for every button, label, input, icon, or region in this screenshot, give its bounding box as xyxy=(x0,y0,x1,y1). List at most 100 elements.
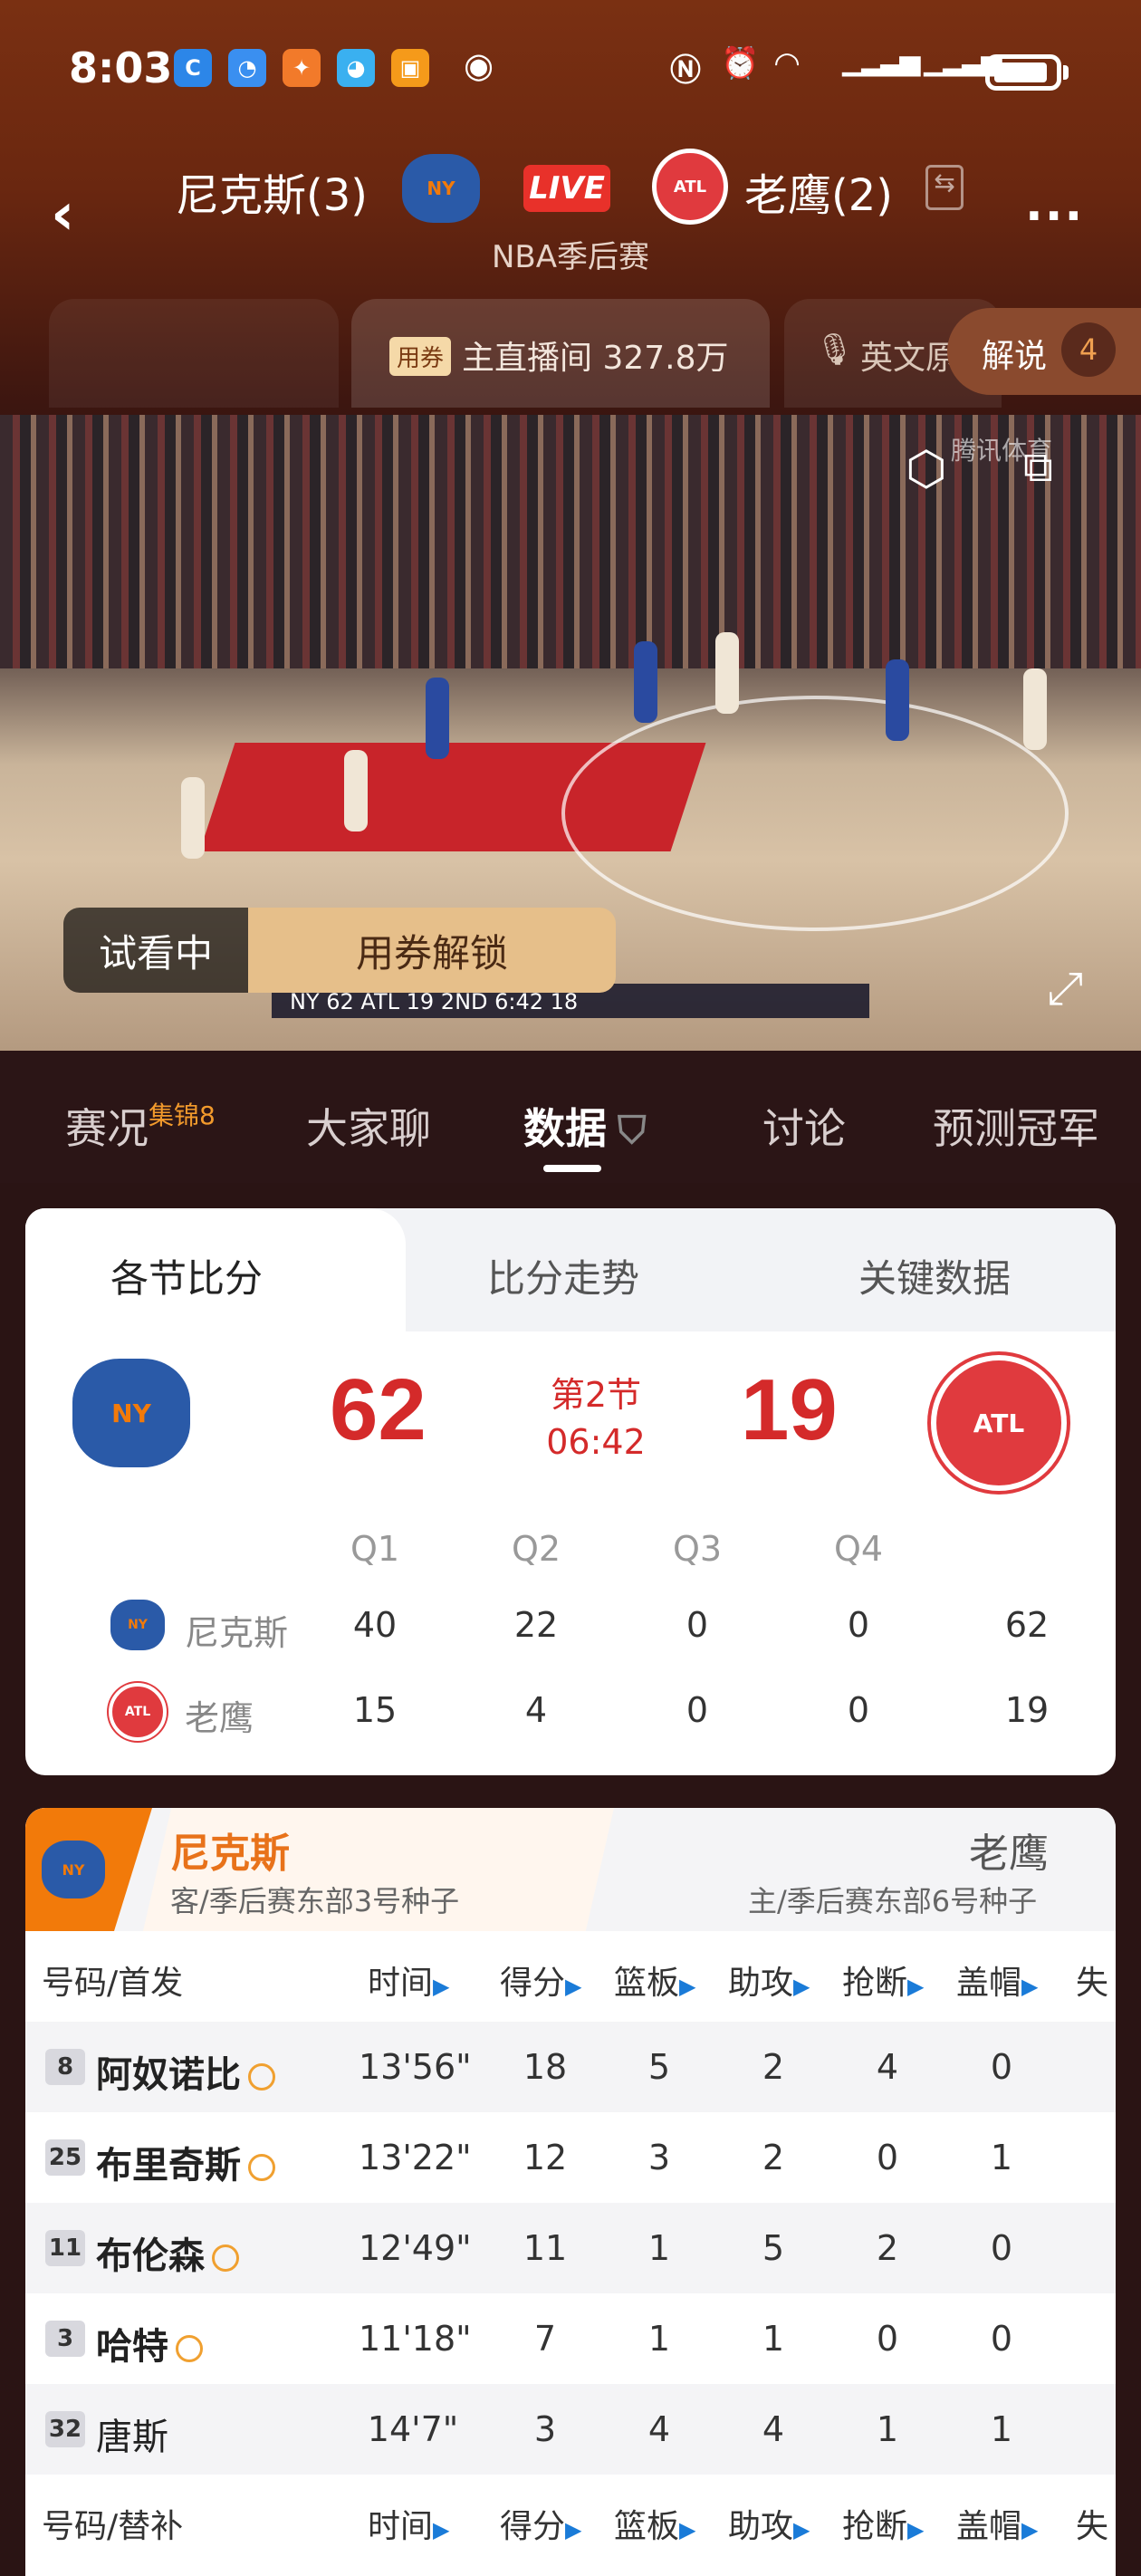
col-steals[interactable]: 抢断▶ xyxy=(842,2500,924,2547)
battery-icon xyxy=(985,54,1061,91)
stat-points: 12 xyxy=(523,2138,568,2177)
stat-time: 14'7" xyxy=(367,2409,459,2449)
stat-blocks: 1 xyxy=(990,2138,1013,2177)
col-points[interactable]: 得分▶ xyxy=(500,2500,581,2547)
hawks-logo: ATL xyxy=(652,149,728,225)
bench-header-row: 号码/替补 时间▶ 得分▶ 篮板▶ 助攻▶ 抢断▶ 盖帽▶ 失 xyxy=(25,2475,1116,2565)
sort-icon: ▶ xyxy=(1021,2517,1039,2542)
starter-ball-icon xyxy=(248,2063,275,2091)
col-time-label: 时间 xyxy=(368,2508,434,2545)
tab-predict-champion[interactable]: 预测冠军 xyxy=(933,1096,1099,1156)
player-name: 阿奴诺比 xyxy=(96,2045,275,2098)
tab-discussion[interactable]: 讨论 xyxy=(762,1096,846,1156)
app-icon-4: ◕ xyxy=(337,49,375,87)
stat-points: 3 xyxy=(533,2409,557,2449)
player-number: 8 xyxy=(45,2049,85,2085)
col-blocks[interactable]: 盖帽▶ xyxy=(956,2500,1038,2547)
stat-points: 11 xyxy=(523,2228,568,2268)
stat-steals: 2 xyxy=(876,2228,899,2268)
col-assists[interactable]: 助攻▶ xyxy=(728,1956,810,2004)
player-row[interactable]: 8 阿奴诺比 13'56" 18 5 2 4 0 xyxy=(25,2022,1116,2112)
player-name-text: 哈特 xyxy=(96,2326,168,2368)
app-icon-1: C xyxy=(174,49,212,87)
col-assists[interactable]: 助攻▶ xyxy=(728,2500,810,2547)
col-rebounds[interactable]: 篮板▶ xyxy=(614,2500,695,2547)
cast-icon[interactable]: ⧉ xyxy=(1023,442,1053,493)
sort-icon: ▶ xyxy=(433,1974,450,1999)
tab-live[interactable]: 赛况集锦8 xyxy=(65,1096,216,1156)
stream-tab-ghost[interactable] xyxy=(49,299,339,408)
col-blocks[interactable]: 盖帽▶ xyxy=(956,1956,1038,2004)
knicks-logo-small: NY xyxy=(110,1600,165,1650)
sort-icon: ▶ xyxy=(433,2517,450,2542)
subtab-score-trend[interactable]: 比分走势 xyxy=(487,1248,639,1303)
starter-ball-icon xyxy=(176,2335,203,2362)
col-time-label: 时间 xyxy=(368,1965,434,2002)
sort-icon: ▶ xyxy=(793,1974,810,1999)
stat-blocks: 1 xyxy=(990,2409,1013,2449)
settings-icon[interactable]: ⬡ xyxy=(906,442,946,496)
signal-icon: ▁▂▃▅ xyxy=(842,45,920,77)
tab-data[interactable]: 数据 ⛉ xyxy=(523,1096,647,1156)
player-name-text: 布伦森 xyxy=(96,2235,205,2277)
unlock-button[interactable]: 用券解锁 xyxy=(248,908,616,993)
stream-selector: 用券 主直播间 327.8万 🎙 英文原 解说 4 xyxy=(0,299,1141,408)
starter-ball-icon xyxy=(212,2244,239,2272)
row-team-name: 尼克斯 xyxy=(185,1613,289,1653)
commentary-button[interactable]: 解说 4 xyxy=(947,308,1141,395)
player-number: 3 xyxy=(45,2321,85,2357)
quarter-cell: 0 xyxy=(686,1690,709,1730)
col-rebounds[interactable]: 篮板▶ xyxy=(614,1956,695,2004)
video-player-figure xyxy=(715,632,739,714)
fullscreen-icon[interactable]: ⤢ xyxy=(1047,962,1083,1015)
player-row[interactable]: 11 布伦森 12'49" 11 1 5 2 0 xyxy=(25,2203,1116,2293)
main-tabs: 赛况集锦8 大家聊 数据 ⛉ 讨论 预测冠军 xyxy=(0,1051,1141,1183)
stat-time: 12'49" xyxy=(359,2228,472,2268)
stat-assists: 2 xyxy=(762,2047,785,2087)
shield-icon: ⛉ xyxy=(618,1108,647,1152)
stat-blocks: 0 xyxy=(990,2228,1013,2268)
more-icon[interactable]: ... xyxy=(1025,178,1084,232)
col-rebounds-label: 篮板 xyxy=(614,1965,680,2002)
knicks-logo-box: NY xyxy=(42,1841,105,1898)
col-time[interactable]: 时间▶ xyxy=(368,2500,449,2547)
sort-icon: ▶ xyxy=(565,2517,582,2542)
switch-icon[interactable]: ⇆ xyxy=(925,165,964,210)
home-team-desc: 客/季后赛东部3号种子 xyxy=(170,1884,460,1918)
tab-live-label: 赛况 xyxy=(65,1104,149,1153)
eye-icon: ◉ xyxy=(464,45,494,85)
quarter-header: Q4 xyxy=(833,1529,884,1569)
col-number-starter: 号码/首发 xyxy=(42,1965,184,2002)
mic-icon: 🎙 xyxy=(815,332,855,368)
col-steals[interactable]: 抢断▶ xyxy=(842,1956,924,2004)
col-turnovers[interactable]: 失 xyxy=(1076,1956,1108,2004)
player-row[interactable]: 3 哈特 11'18" 7 1 1 0 0 xyxy=(25,2293,1116,2384)
tab-highlights-badge: 集锦8 xyxy=(149,1101,216,1130)
video-player-figure xyxy=(634,641,657,723)
game-clock: 06:42 xyxy=(546,1422,646,1462)
tab-active-indicator xyxy=(543,1165,601,1172)
sort-icon: ▶ xyxy=(907,1974,925,1999)
player-row[interactable]: 25 布里奇斯 13'22" 12 3 2 0 1 xyxy=(25,2112,1116,2203)
score-card: 各节比分 比分走势 关键数据 NY 62 第2节 06:42 19 ATL Q1… xyxy=(25,1208,1116,1775)
col-time[interactable]: 时间▶ xyxy=(368,1956,449,2004)
player-name-text: 阿奴诺比 xyxy=(96,2054,241,2096)
wifi-icon: ◠ xyxy=(775,45,800,82)
game-period: 第2节 06:42 xyxy=(496,1371,695,1466)
video-court-arc xyxy=(561,696,1069,931)
stream-tab-main[interactable]: 用券 主直播间 327.8万 xyxy=(351,299,770,408)
video-player[interactable]: 腾讯体育 ⬡ ⧉ NY 62 ATL 19 2ND 6:42 18 试看中 用券… xyxy=(0,415,1141,1051)
tab-chat[interactable]: 大家聊 xyxy=(306,1096,431,1156)
stat-assists: 5 xyxy=(762,2228,785,2268)
knicks-logo: NY xyxy=(402,154,480,223)
away-team-name[interactable]: 老鹰 xyxy=(969,1821,1049,1879)
box-score: NY 尼克斯 客/季后赛东部3号种子 老鹰 主/季后赛东部6号种子 号码/首发 … xyxy=(25,1808,1116,2576)
away-score: 19 xyxy=(741,1361,838,1458)
subtab-quarter-scores[interactable]: 各节比分 xyxy=(110,1248,263,1303)
col-turnovers[interactable]: 失 xyxy=(1076,2500,1108,2547)
col-blocks-label: 盖帽 xyxy=(956,1965,1022,2002)
player-row[interactable]: 32 唐斯 14'7" 3 4 4 1 1 xyxy=(25,2384,1116,2475)
subtab-key-stats[interactable]: 关键数据 xyxy=(858,1248,1011,1303)
sort-icon: ▶ xyxy=(679,1974,696,1999)
col-points[interactable]: 得分▶ xyxy=(500,1956,581,2004)
